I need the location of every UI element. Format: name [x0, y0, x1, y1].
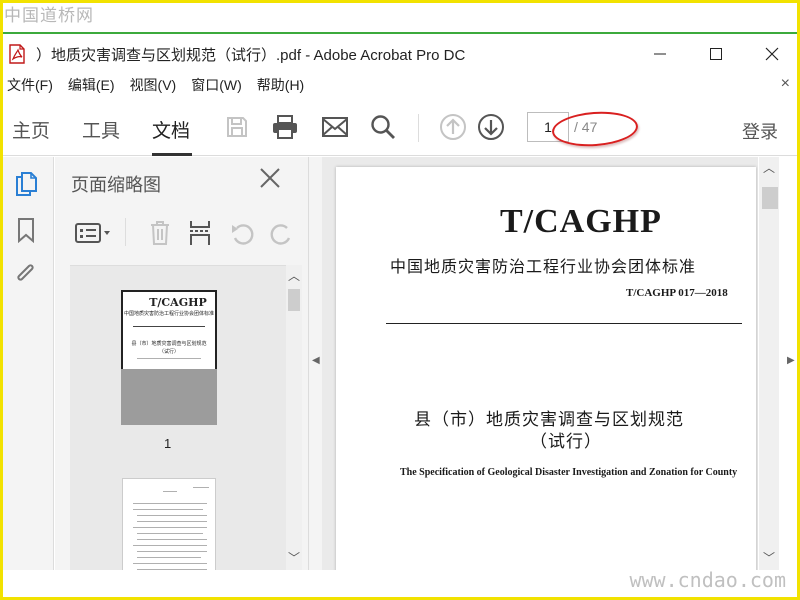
print-button[interactable] [270, 112, 300, 142]
insert-page-button[interactable] [183, 216, 217, 250]
close-icon [765, 47, 779, 61]
doc-english-title: The Specification of Geological Disaster… [400, 467, 738, 478]
tab-tools[interactable]: 工具 [82, 116, 120, 143]
thumb-org: 中国地质灾害防治工程行业协会团体标准 [123, 311, 214, 317]
scroll-up-icon[interactable]: ︿ [286, 267, 302, 284]
scroll-down-icon[interactable]: ﹀ [759, 549, 779, 566]
rotate-left-icon [232, 224, 254, 245]
pdf-file-icon [8, 44, 26, 64]
document-view: T/CAGHP 中国地质灾害防治工程行业协会团体标准 T/CAGHP 017—2… [322, 157, 758, 570]
menu-help[interactable]: 帮助(H) [250, 75, 312, 95]
scrollbar-thumb[interactable] [288, 289, 300, 311]
menu-file[interactable]: 文件(F) [0, 75, 61, 95]
attachments-button[interactable] [11, 259, 41, 289]
page-thumbnails-icon [16, 172, 37, 196]
next-page-button[interactable] [476, 112, 506, 142]
page-thumbnails-panel: 页面缩略图 T/CAGHP 中国地质灾害防治工程行业协会团体标准 县（市）地质灾… [55, 157, 308, 570]
window-title: ）地质灾害调查与区划规范（试行）.pdf - Adobe Acrobat Pro… [36, 46, 466, 64]
scroll-down-icon[interactable]: ﹀ [286, 549, 302, 566]
tab-document[interactable]: 文档 [152, 116, 190, 143]
bookmarks-button[interactable] [11, 215, 41, 245]
signin-link[interactable]: 登录 [742, 118, 778, 144]
email-icon [322, 117, 348, 137]
print-icon [273, 115, 297, 139]
watermark-top: 中国道桥网 [4, 6, 94, 26]
thumb-title: 县（市）地质灾害调查与区划规范 [131, 341, 207, 347]
menu-bar: 文件(F) 编辑(E) 视图(V) 窗口(W) 帮助(H) × [0, 72, 800, 98]
minimize-button[interactable] [632, 36, 688, 72]
menu-window[interactable]: 窗口(W) [184, 75, 250, 95]
collapse-panel-handle[interactable]: ◀ [308, 157, 322, 570]
panel-toolbar [55, 212, 308, 257]
maximize-icon [710, 48, 722, 60]
scrollbar-thumb[interactable] [762, 187, 778, 209]
thumbnail-viewport-overlay [121, 369, 217, 425]
page-thumbnail-2[interactable] [122, 478, 216, 570]
thumb-code: T/CAGHP [149, 296, 207, 309]
thumbnail-list: T/CAGHP 中国地质灾害防治工程行业协会团体标准 县（市）地质灾害调查与区划… [70, 265, 300, 570]
doc-standard-number: T/CAGHP 017—2018 [626, 287, 728, 299]
save-icon [227, 117, 247, 137]
thumbnail-options-button[interactable] [73, 216, 113, 250]
page-thumbnails-button[interactable] [11, 169, 41, 199]
close-window-button[interactable] [744, 36, 800, 72]
watermark-divider [0, 32, 800, 34]
rotate-right-button[interactable] [265, 216, 299, 250]
panel-close-button[interactable] [259, 167, 281, 196]
search-button[interactable] [368, 112, 398, 142]
doc-subtitle: （试行） [530, 432, 602, 452]
main-toolbar: 主页 工具 文档 1 / 47 登录 [0, 100, 800, 156]
delete-icon [151, 221, 169, 245]
thumbnail-scrollbar[interactable]: ︿ ﹀ [286, 265, 302, 570]
toolbar-separator [418, 114, 419, 142]
next-page-icon [478, 114, 504, 140]
close-icon [260, 168, 280, 188]
prev-page-icon [440, 114, 466, 140]
tab-home[interactable]: 主页 [12, 116, 50, 143]
maximize-button[interactable] [688, 36, 744, 72]
delete-page-button[interactable] [143, 216, 177, 250]
chevron-right-icon[interactable]: ▶ [787, 355, 795, 366]
doc-divider [386, 323, 742, 324]
scroll-up-icon[interactable]: ︿ [759, 159, 779, 176]
panel-tool-separator [125, 218, 126, 246]
chevron-left-icon: ◀ [312, 355, 320, 366]
active-tab-indicator [152, 153, 192, 156]
watermark-bottom: www.cndao.com [629, 568, 786, 592]
document-scrollbar[interactable]: ︿ ﹀ [759, 157, 779, 570]
menu-edit[interactable]: 编辑(E) [61, 75, 123, 95]
attachment-icon [17, 264, 34, 281]
menu-view[interactable]: 视图(V) [123, 75, 185, 95]
thumb-subtitle: （试行） [158, 349, 179, 355]
rotate-right-icon [270, 224, 291, 245]
save-button[interactable] [222, 112, 252, 142]
prev-page-button[interactable] [438, 112, 468, 142]
doc-standard-code: T/CAGHP [500, 203, 662, 240]
title-bar: ）地质灾害调查与区划规范（试行）.pdf - Adobe Acrobat Pro… [0, 36, 800, 72]
panel-title: 页面缩略图 [71, 175, 161, 195]
thumbnail-page-label: 1 [164, 436, 172, 451]
rotate-left-button[interactable] [225, 216, 259, 250]
right-edge: ︿ ﹀ ▶ [758, 157, 800, 570]
bookmark-icon [18, 218, 34, 243]
document-page: T/CAGHP 中国地质灾害防治工程行业协会团体标准 T/CAGHP 017—2… [336, 167, 756, 570]
search-icon [371, 115, 395, 139]
insert-page-icon [190, 221, 210, 245]
email-button[interactable] [320, 112, 350, 142]
options-icon [75, 223, 110, 243]
menu-close-button[interactable]: × [781, 75, 790, 93]
navigation-rail [0, 157, 54, 570]
doc-organization: 中国地质灾害防治工程行业协会团体标准 [390, 257, 697, 276]
minimize-icon [654, 53, 666, 55]
